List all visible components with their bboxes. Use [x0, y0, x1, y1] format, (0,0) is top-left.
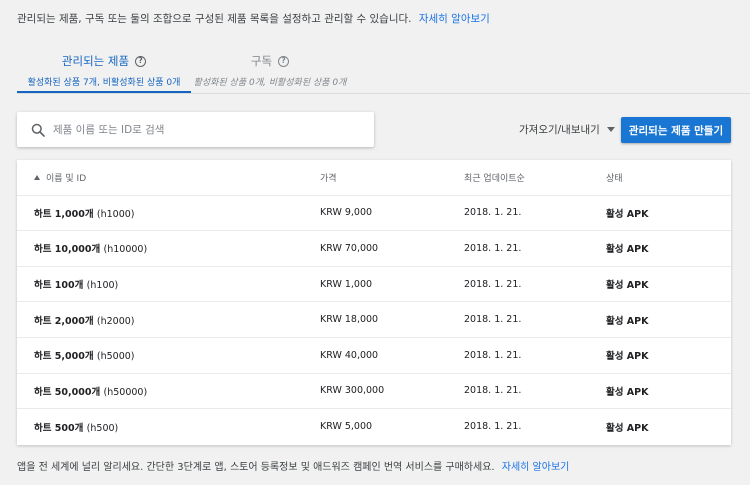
product-name-cell: 하트 5,000개 (h5000) [34, 348, 135, 362]
table-row[interactable]: 하트 500개 (h500) KRW 5,000 2018. 1. 21. 활성 AP… [17, 409, 731, 445]
search-box[interactable] [17, 112, 374, 147]
product-updated: 2018. 1. 21. [464, 421, 522, 433]
product-id: (h500) [86, 422, 119, 434]
tab-managed-products[interactable]: 관리되는 제품 ? 활성화된 상품 7개, 비활성화된 상품 0개 [17, 48, 191, 94]
product-name: 하트 1,000개 [34, 208, 94, 220]
tab-subscriptions[interactable]: 구독 ? 활성화된 상품 0개, 비활성화된 상품 0개 [191, 48, 349, 94]
product-updated: 2018. 1. 21. [464, 207, 522, 219]
product-updated: 2018. 1. 21. [464, 349, 522, 361]
intro-text: 관리되는 제품, 구독 또는 둘의 조합으로 구성된 제품 목록을 설정하고 관… [17, 11, 490, 26]
intro-learn-more-link[interactable]: 자세히 알아보기 [419, 13, 490, 25]
product-name: 하트 500개 [34, 422, 84, 434]
product-name: 하트 100개 [34, 280, 84, 292]
product-price: KRW 18,000 [320, 314, 379, 326]
tab-subscriptions-count: 활성화된 상품 0개, 비활성화된 상품 0개 [193, 78, 347, 88]
product-status: 활성 APK [606, 386, 649, 398]
footer-learn-more-link[interactable]: 자세히 알아보기 [502, 462, 570, 473]
product-price: KRW 300,000 [320, 385, 385, 397]
product-price: KRW 40,000 [320, 349, 379, 361]
product-updated: 2018. 1. 21. [464, 385, 522, 397]
tabs-divider [17, 93, 750, 94]
tab-subscriptions-title: 구독 [250, 54, 273, 68]
product-status: 활성 APK [606, 315, 649, 327]
product-name: 하트 5,000개 [34, 351, 94, 363]
table-row[interactable]: 하트 1,000개 (h1000) KRW 9,000 2018. 1. 21. 활성… [17, 196, 731, 232]
column-header-name-label: 이름 및 ID [46, 173, 87, 184]
tab-managed-products-title: 관리되는 제품 [61, 54, 130, 68]
column-header-updated[interactable]: 최근 업데이트순 [464, 171, 525, 184]
sort-ascending-icon [34, 174, 40, 180]
products-table: 이름 및 ID 가격 최근 업데이트순 상태 하트 1,000개 (h1000)… [17, 160, 731, 445]
column-header-status: 상태 [606, 173, 623, 184]
product-id: (h50000) [103, 386, 148, 398]
footer-description: 앱을 전 세계에 널리 알리세요. 간단한 3단계로 앱, 스토어 등록정보 및… [17, 462, 495, 473]
product-updated: 2018. 1. 21. [464, 242, 522, 254]
table-row[interactable]: 하트 10,000개 (h10000) KRW 70,000 2018. 1. 21… [17, 231, 731, 267]
product-name-cell: 하트 2,000개 (h2000) [34, 313, 135, 327]
help-icon[interactable]: ? [135, 55, 147, 67]
table-row[interactable]: 하트 50,000개 (h50000) KRW 300,000 2018. 1. 2… [17, 374, 731, 410]
product-name: 하트 10,000개 [34, 244, 101, 256]
product-name-cell: 하트 1,000개 (h1000) [34, 206, 135, 220]
table-row[interactable]: 하트 5,000개 (h5000) KRW 40,000 2018. 1. 21. 활… [17, 338, 731, 374]
create-managed-product-button[interactable]: 관리되는 제품 만들기 [621, 117, 731, 143]
footer-text: 앱을 전 세계에 널리 알리세요. 간단한 3단계로 앱, 스토어 등록정보 및… [17, 458, 569, 473]
product-name-cell: 하트 500개 (h500) [34, 420, 118, 434]
product-price: KRW 5,000 [320, 421, 373, 433]
product-name-cell: 하트 100개 (h100) [34, 277, 118, 291]
product-price: KRW 9,000 [320, 207, 373, 219]
product-id: (h1000) [96, 208, 135, 220]
product-name-cell: 하트 50,000개 (h50000) [34, 384, 147, 398]
column-header-price: 가격 [320, 173, 337, 184]
product-status: 활성 APK [606, 280, 649, 292]
product-name-cell: 하트 10,000개 (h10000) [34, 241, 147, 255]
import-export-dropdown[interactable]: 가져오기/내보내기 [519, 122, 615, 137]
chevron-down-icon [606, 127, 615, 132]
tab-managed-products-count: 활성화된 상품 7개, 비활성화된 상품 0개 [27, 78, 181, 88]
product-id: (h2000) [96, 315, 135, 327]
product-name: 하트 2,000개 [34, 315, 94, 327]
table-header-row: 이름 및 ID 가격 최근 업데이트순 상태 [17, 160, 731, 196]
product-id: (h100) [86, 280, 119, 292]
product-id: (h5000) [96, 351, 135, 363]
table-row[interactable]: 하트 100개 (h100) KRW 1,000 2018. 1. 21. 활성 AP… [17, 267, 731, 303]
search-input[interactable] [53, 123, 353, 136]
product-price: KRW 1,000 [320, 278, 373, 290]
intro-description: 관리되는 제품, 구독 또는 둘의 조합으로 구성된 제품 목록을 설정하고 관… [17, 13, 412, 25]
product-updated: 2018. 1. 21. [464, 278, 522, 290]
table-row[interactable]: 하트 2,000개 (h2000) KRW 18,000 2018. 1. 21. 활… [17, 302, 731, 338]
product-price: KRW 70,000 [320, 242, 379, 254]
import-export-label: 가져오기/내보내기 [519, 124, 600, 136]
product-name: 하트 50,000개 [34, 386, 101, 398]
help-icon[interactable]: ? [278, 55, 290, 67]
product-updated: 2018. 1. 21. [464, 314, 522, 326]
product-status: 활성 APK [606, 244, 649, 256]
product-status: 활성 APK [606, 422, 649, 434]
product-id: (h10000) [103, 244, 148, 256]
column-header-name[interactable]: 이름 및 ID [34, 171, 86, 184]
product-status: 활성 APK [606, 208, 649, 220]
product-type-tabs: 관리되는 제품 ? 활성화된 상품 7개, 비활성화된 상품 0개 구독 ? 활… [17, 48, 750, 94]
product-status: 활성 APK [606, 351, 649, 363]
search-icon [31, 123, 45, 137]
